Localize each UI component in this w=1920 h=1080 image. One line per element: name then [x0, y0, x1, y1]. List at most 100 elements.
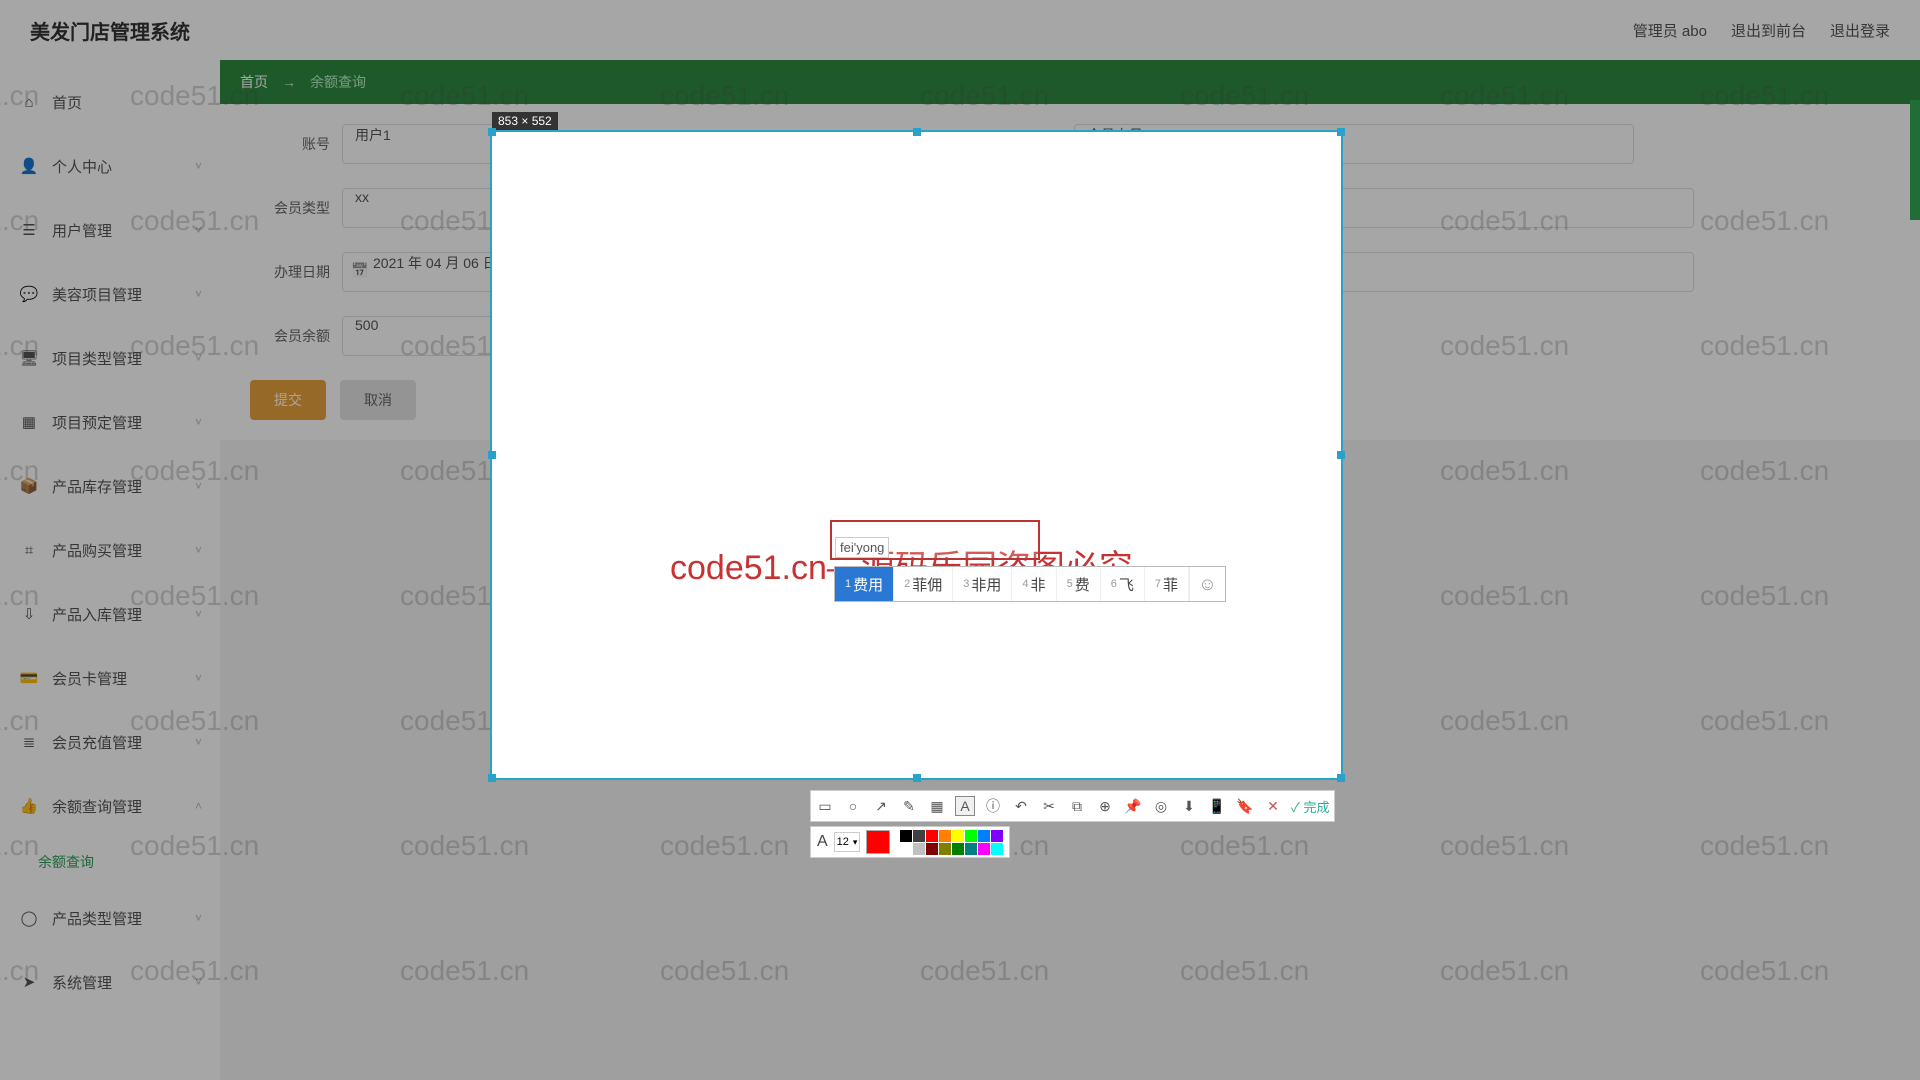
chat-icon: 💬: [20, 285, 38, 303]
sidebar-item-10[interactable]: ≣会员充值管理˅: [0, 710, 220, 774]
ime-candidate-3[interactable]: 3非用: [953, 567, 1012, 601]
tool-phone-icon[interactable]: 📱: [1207, 796, 1227, 816]
sidebar-item-12[interactable]: ◯产品类型管理˅: [0, 886, 220, 950]
selection-handle[interactable]: [488, 451, 496, 459]
admin-label[interactable]: 管理员 abo: [1633, 20, 1707, 41]
selection-handle[interactable]: [913, 128, 921, 136]
color-swatch[interactable]: [900, 830, 912, 842]
color-swatch[interactable]: [926, 843, 938, 855]
selection-handle[interactable]: [1337, 774, 1345, 782]
breadcrumb-home[interactable]: 首页: [240, 72, 268, 92]
breadcrumb-arrow: →: [282, 74, 296, 90]
color-toolbar[interactable]: A12: [810, 826, 1010, 858]
annotation-done-button[interactable]: ✓ 完成: [1291, 797, 1330, 816]
color-swatch[interactable]: [991, 843, 1003, 855]
color-swatch[interactable]: [965, 843, 977, 855]
chevron-down-icon: ˅: [195, 159, 202, 173]
sidebar-item-8[interactable]: ⇩产品入库管理˅: [0, 582, 220, 646]
color-swatch[interactable]: [900, 843, 912, 855]
selection-handle[interactable]: [488, 774, 496, 782]
color-swatch[interactable]: [978, 830, 990, 842]
tool-bookmark-icon[interactable]: 🔖: [1235, 796, 1255, 816]
sidebar-item-label: 项目类型管理: [52, 348, 142, 369]
ime-candidate-4[interactable]: 4非: [1012, 567, 1056, 601]
sidebar-subitem-active[interactable]: 余额查询: [0, 838, 220, 886]
ime-candidate-6[interactable]: 6飞: [1101, 567, 1145, 601]
color-palette: [900, 830, 1003, 855]
tool-text-icon[interactable]: A: [955, 796, 975, 816]
chevron-down-icon: ˅: [195, 911, 202, 925]
sidebar-item-1[interactable]: 👤个人中心˅: [0, 134, 220, 198]
list-icon: ≣: [20, 733, 38, 751]
selection-handle[interactable]: [488, 128, 496, 136]
tool-rect-icon[interactable]: ▭: [815, 796, 835, 816]
sidebar-item-4[interactable]: 🖥项目类型管理˅: [0, 326, 220, 390]
submit-button[interactable]: 提交: [250, 380, 326, 420]
scroll-indicator[interactable]: [1910, 100, 1920, 220]
tool-mosaic-icon[interactable]: ▦: [927, 796, 947, 816]
font-size-select[interactable]: 12: [834, 832, 861, 852]
ime-candidates[interactable]: 1费用2菲佣3非用4非5费6飞7菲☺: [834, 566, 1226, 602]
tool-arrow-icon[interactable]: ↗: [871, 796, 891, 816]
ime-candidate-5[interactable]: 5费: [1057, 567, 1101, 601]
back-to-front[interactable]: 退出到前台: [1731, 20, 1806, 41]
color-swatch[interactable]: [939, 830, 951, 842]
selection-handle[interactable]: [913, 774, 921, 782]
color-swatch[interactable]: [952, 830, 964, 842]
sidebar-item-label: 产品购买管理: [52, 540, 142, 561]
sidebar-item-2[interactable]: ☰用户管理˅: [0, 198, 220, 262]
screenshot-selection[interactable]: 853 × 552: [490, 130, 1343, 780]
tool-download-icon[interactable]: ⬇: [1179, 796, 1199, 816]
tool-undo-icon[interactable]: ↶: [1011, 796, 1031, 816]
current-color-swatch[interactable]: [866, 830, 890, 854]
breadcrumb-current[interactable]: 余额查询: [310, 72, 366, 92]
annotation-toolbar[interactable]: ▭ ○ ↗ ✎ ▦ Aⓘ ↶ ✂ ⧉ ⊕ 📌 ◎ ⬇ 📱 🔖 ✕ ✓ 完成: [810, 790, 1335, 822]
color-swatch[interactable]: [978, 843, 990, 855]
logout[interactable]: 退出登录: [1830, 20, 1890, 41]
tool-pin1-icon[interactable]: ✂: [1039, 796, 1059, 816]
tool-info-icon[interactable]: ⓘ: [983, 796, 1003, 816]
color-swatch[interactable]: [926, 830, 938, 842]
ime-candidate-1[interactable]: 1费用: [835, 567, 894, 601]
selection-handle[interactable]: [1337, 451, 1345, 459]
breadcrumb: 首页 → 余额查询: [220, 60, 1920, 104]
annotation-cancel-icon[interactable]: ✕: [1263, 796, 1283, 816]
tool-pencil-icon[interactable]: ✎: [899, 796, 919, 816]
sidebar-item-6[interactable]: 📦产品库存管理˅: [0, 454, 220, 518]
sidebar-item-label: 余额查询管理: [52, 796, 142, 817]
selection-handle[interactable]: [1337, 128, 1345, 136]
color-swatch[interactable]: [952, 843, 964, 855]
chevron-down-icon: ˅: [195, 735, 202, 749]
tool-crop-icon[interactable]: ⧉: [1067, 796, 1087, 816]
tool-pin2-icon[interactable]: 📌: [1123, 796, 1143, 816]
tool-target-icon[interactable]: ◎: [1151, 796, 1171, 816]
topbar: 美发门店管理系统 管理员 abo 退出到前台 退出登录: [0, 0, 1920, 60]
sidebar-item-13[interactable]: ➤系统管理˅: [0, 950, 220, 1014]
color-swatch[interactable]: [991, 830, 1003, 842]
sidebar-item-7[interactable]: ⌗产品购买管理˅: [0, 518, 220, 582]
chevron-down-icon: ˅: [195, 223, 202, 237]
sidebar-item-label: 项目预定管理: [52, 412, 142, 433]
ime-raw-input[interactable]: fei'yong: [835, 537, 889, 558]
sidebar-item-label: 个人中心: [52, 156, 112, 177]
color-swatch[interactable]: [913, 830, 925, 842]
color-swatch[interactable]: [913, 843, 925, 855]
ime-candidate-7[interactable]: 7菲: [1145, 567, 1189, 601]
sidebar-item-11[interactable]: 👍余额查询管理˄: [0, 774, 220, 838]
sidebar-item-5[interactable]: ▦项目预定管理˅: [0, 390, 220, 454]
cancel-button[interactable]: 取消: [340, 380, 416, 420]
sidebar-item-0[interactable]: ⌂首页: [0, 70, 220, 134]
color-swatch[interactable]: [965, 830, 977, 842]
sidebar-item-label: 美容项目管理: [52, 284, 142, 305]
ime-emoji-button[interactable]: ☺: [1189, 567, 1225, 601]
chevron-down-icon: ˅: [195, 543, 202, 557]
tool-centre-icon[interactable]: ⊕: [1095, 796, 1115, 816]
color-swatch[interactable]: [939, 843, 951, 855]
ime-candidate-2[interactable]: 2菲佣: [894, 567, 953, 601]
card-icon: 💳: [20, 669, 38, 687]
sidebar-item-9[interactable]: 💳会员卡管理˅: [0, 646, 220, 710]
tool-circle-icon[interactable]: ○: [843, 796, 863, 816]
users-icon: ☰: [20, 221, 38, 239]
sidebar: ⌂首页👤个人中心˅☰用户管理˅💬美容项目管理˅🖥项目类型管理˅▦项目预定管理˅📦…: [0, 60, 220, 1080]
sidebar-item-3[interactable]: 💬美容项目管理˅: [0, 262, 220, 326]
